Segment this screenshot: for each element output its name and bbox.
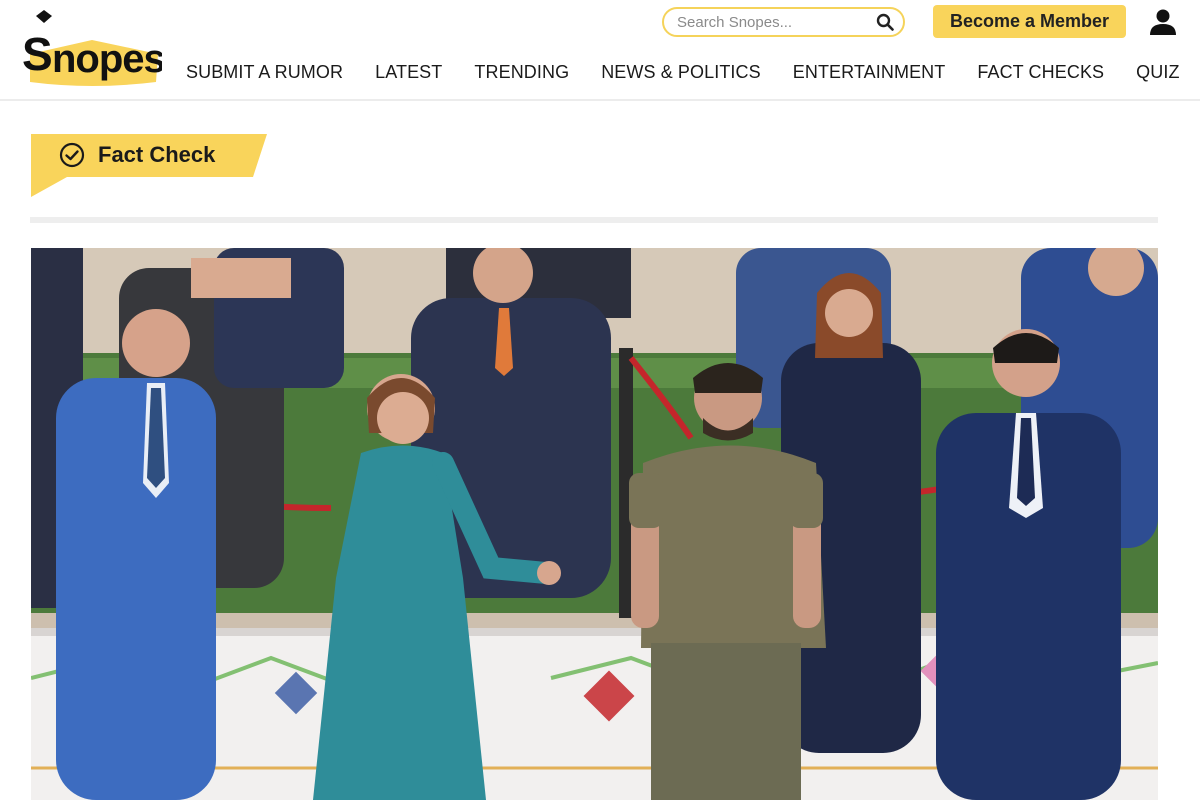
nav-item-latest[interactable]: LATEST xyxy=(375,62,442,83)
section-divider xyxy=(30,217,1158,223)
nav-item-entertainment[interactable]: ENTERTAINMENT xyxy=(793,62,946,83)
search-box[interactable] xyxy=(662,7,905,37)
snopes-logo[interactable]: S nopes xyxy=(22,10,162,88)
site-header: S nopes Become a Member SUBMIT A RUMOR L… xyxy=(0,0,1200,101)
nav-item-quiz[interactable]: QUIZ xyxy=(1136,62,1179,83)
svg-text:nopes: nopes xyxy=(52,37,162,81)
user-icon[interactable] xyxy=(1149,8,1177,36)
become-member-button[interactable]: Become a Member xyxy=(933,5,1126,38)
svg-text:S: S xyxy=(22,28,51,80)
nav-item-news-politics[interactable]: NEWS & POLITICS xyxy=(601,62,761,83)
hero-photo xyxy=(31,248,1158,800)
nav-item-submit-a-rumor[interactable]: SUBMIT A RUMOR xyxy=(186,62,343,83)
main-nav: SUBMIT A RUMOR LATEST TRENDING NEWS & PO… xyxy=(186,59,1180,85)
search-icon[interactable] xyxy=(876,12,894,32)
category-label[interactable]: Fact Check xyxy=(98,142,215,168)
check-circle-icon xyxy=(59,142,85,168)
search-input[interactable] xyxy=(677,13,876,31)
nav-item-fact-checks[interactable]: FACT CHECKS xyxy=(977,62,1104,83)
hero-photo-illustration xyxy=(31,248,1158,800)
nav-item-trending[interactable]: TRENDING xyxy=(474,62,569,83)
